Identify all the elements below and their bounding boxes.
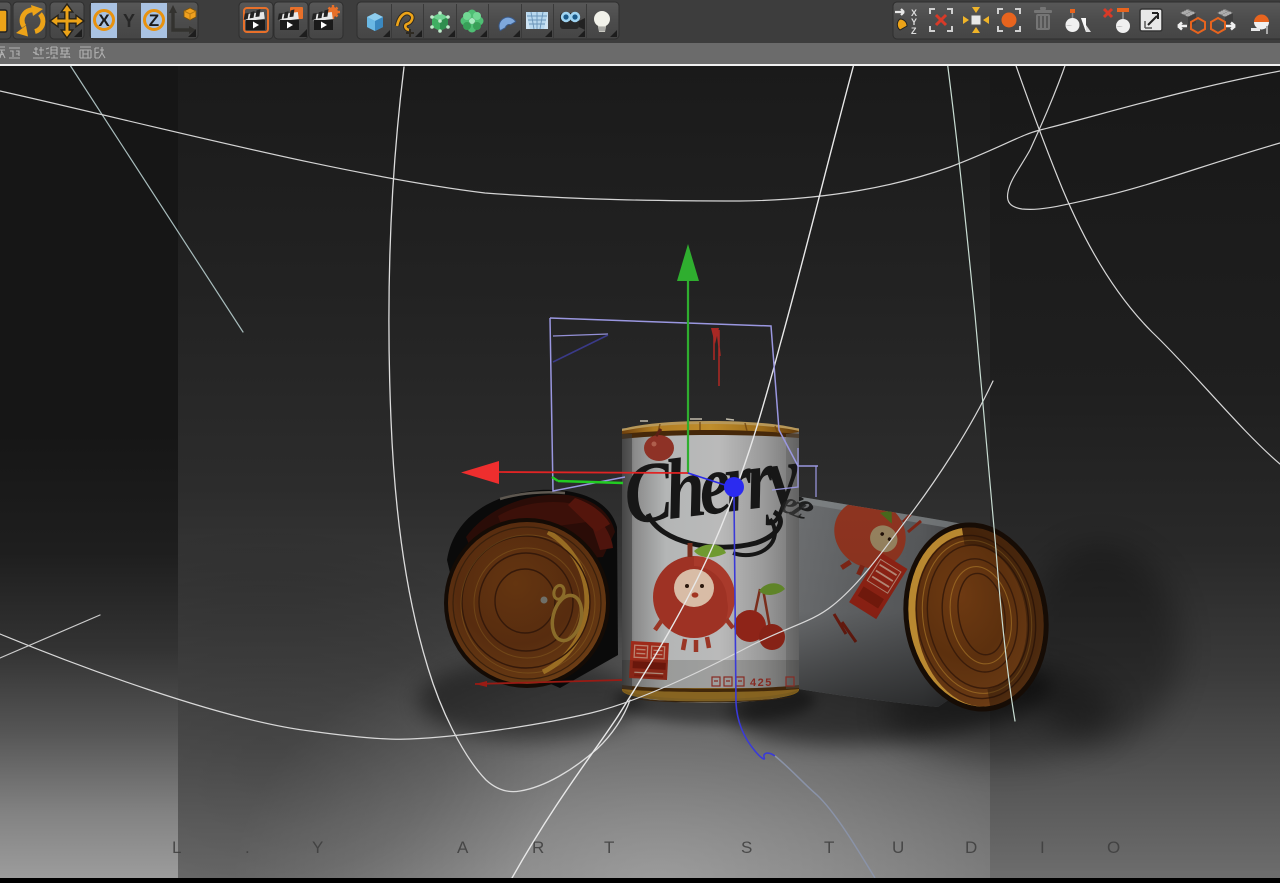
svg-text:T: T: [604, 838, 614, 857]
svg-text:I: I: [1040, 838, 1045, 857]
svg-text:O: O: [1107, 838, 1120, 857]
svg-text:S: S: [741, 838, 752, 857]
svg-text:Z: Z: [149, 11, 159, 30]
svg-text:X: X: [98, 11, 110, 30]
svg-text:U: U: [892, 838, 904, 857]
svg-text:D: D: [965, 838, 977, 857]
svg-text:Z: Z: [911, 26, 917, 36]
svg-text:L: L: [172, 838, 181, 857]
svg-text:Y: Y: [312, 838, 323, 857]
svg-text:Y: Y: [123, 11, 135, 31]
svg-text:.: .: [245, 838, 250, 857]
svg-text:T: T: [824, 838, 834, 857]
svg-text:A: A: [457, 838, 469, 857]
